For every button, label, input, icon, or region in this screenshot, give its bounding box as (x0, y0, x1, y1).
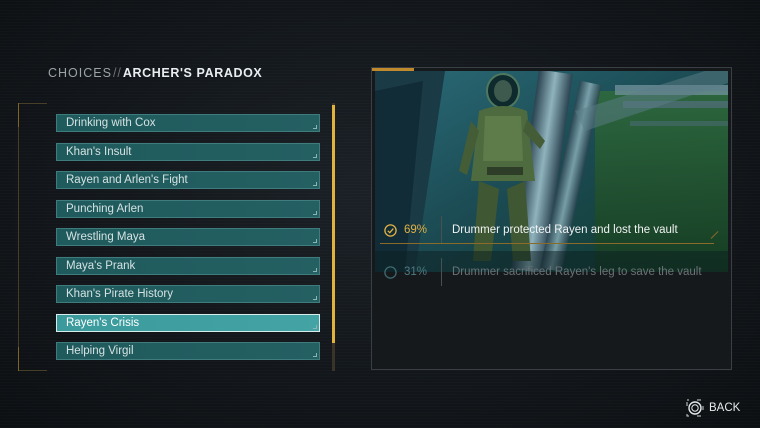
choice-item-punching-arlen[interactable]: Punching Arlen (56, 200, 320, 218)
choice-item-mayas-prank[interactable]: Maya's Prank (56, 257, 320, 275)
header-separator: // (112, 66, 122, 80)
outcome-divider (441, 258, 442, 286)
header-title: ARCHER'S PARADOX (122, 66, 263, 80)
choice-item-khans-pirate-history[interactable]: Khan's Pirate History (56, 285, 320, 303)
outcome-percent: 69% (404, 224, 428, 236)
scrollbar-thumb[interactable] (332, 105, 335, 343)
choices-header: CHOICES//ARCHER'S PARADOX (48, 66, 262, 80)
outcome-separator (380, 243, 714, 244)
back-label: BACK (709, 402, 741, 414)
circle-button-icon (686, 399, 704, 417)
choice-item-khans-insult[interactable]: Khan's Insult (56, 143, 320, 161)
choice-item-rayens-crisis[interactable]: Rayen's Crisis (56, 314, 320, 332)
outcome-divider (441, 216, 442, 244)
outcome-option-sacrificed: 31% Drummer sacrificed Rayen's leg to sa… (380, 258, 725, 288)
choice-item-rayen-arlen-fight[interactable]: Rayen and Arlen's Fight (56, 171, 320, 189)
choice-item-wrestling-maya[interactable]: Wrestling Maya (56, 228, 320, 246)
choice-detail-panel: 69% Drummer protected Rayen and lost the… (371, 67, 732, 370)
choice-item-drinking-with-cox[interactable]: Drinking with Cox (56, 114, 320, 132)
outcome-text: Drummer protected Rayen and lost the vau… (452, 224, 678, 236)
back-button[interactable]: BACK (686, 398, 740, 418)
choice-item-helping-virgil[interactable]: Helping Virgil (56, 342, 320, 360)
list-bracket (18, 103, 47, 371)
outcome-option-protected: 69% Drummer protected Rayen and lost the… (380, 216, 725, 246)
empty-circle-icon (384, 266, 397, 279)
list-scrollbar[interactable] (332, 103, 335, 371)
header-category: CHOICES (48, 66, 112, 80)
outcome-text: Drummer sacrificed Rayen's leg to save t… (452, 266, 702, 278)
check-circle-icon (384, 224, 397, 237)
choices-list: Drinking with Cox Khan's Insult Rayen an… (18, 103, 338, 371)
outcome-percent: 31% (404, 266, 428, 278)
